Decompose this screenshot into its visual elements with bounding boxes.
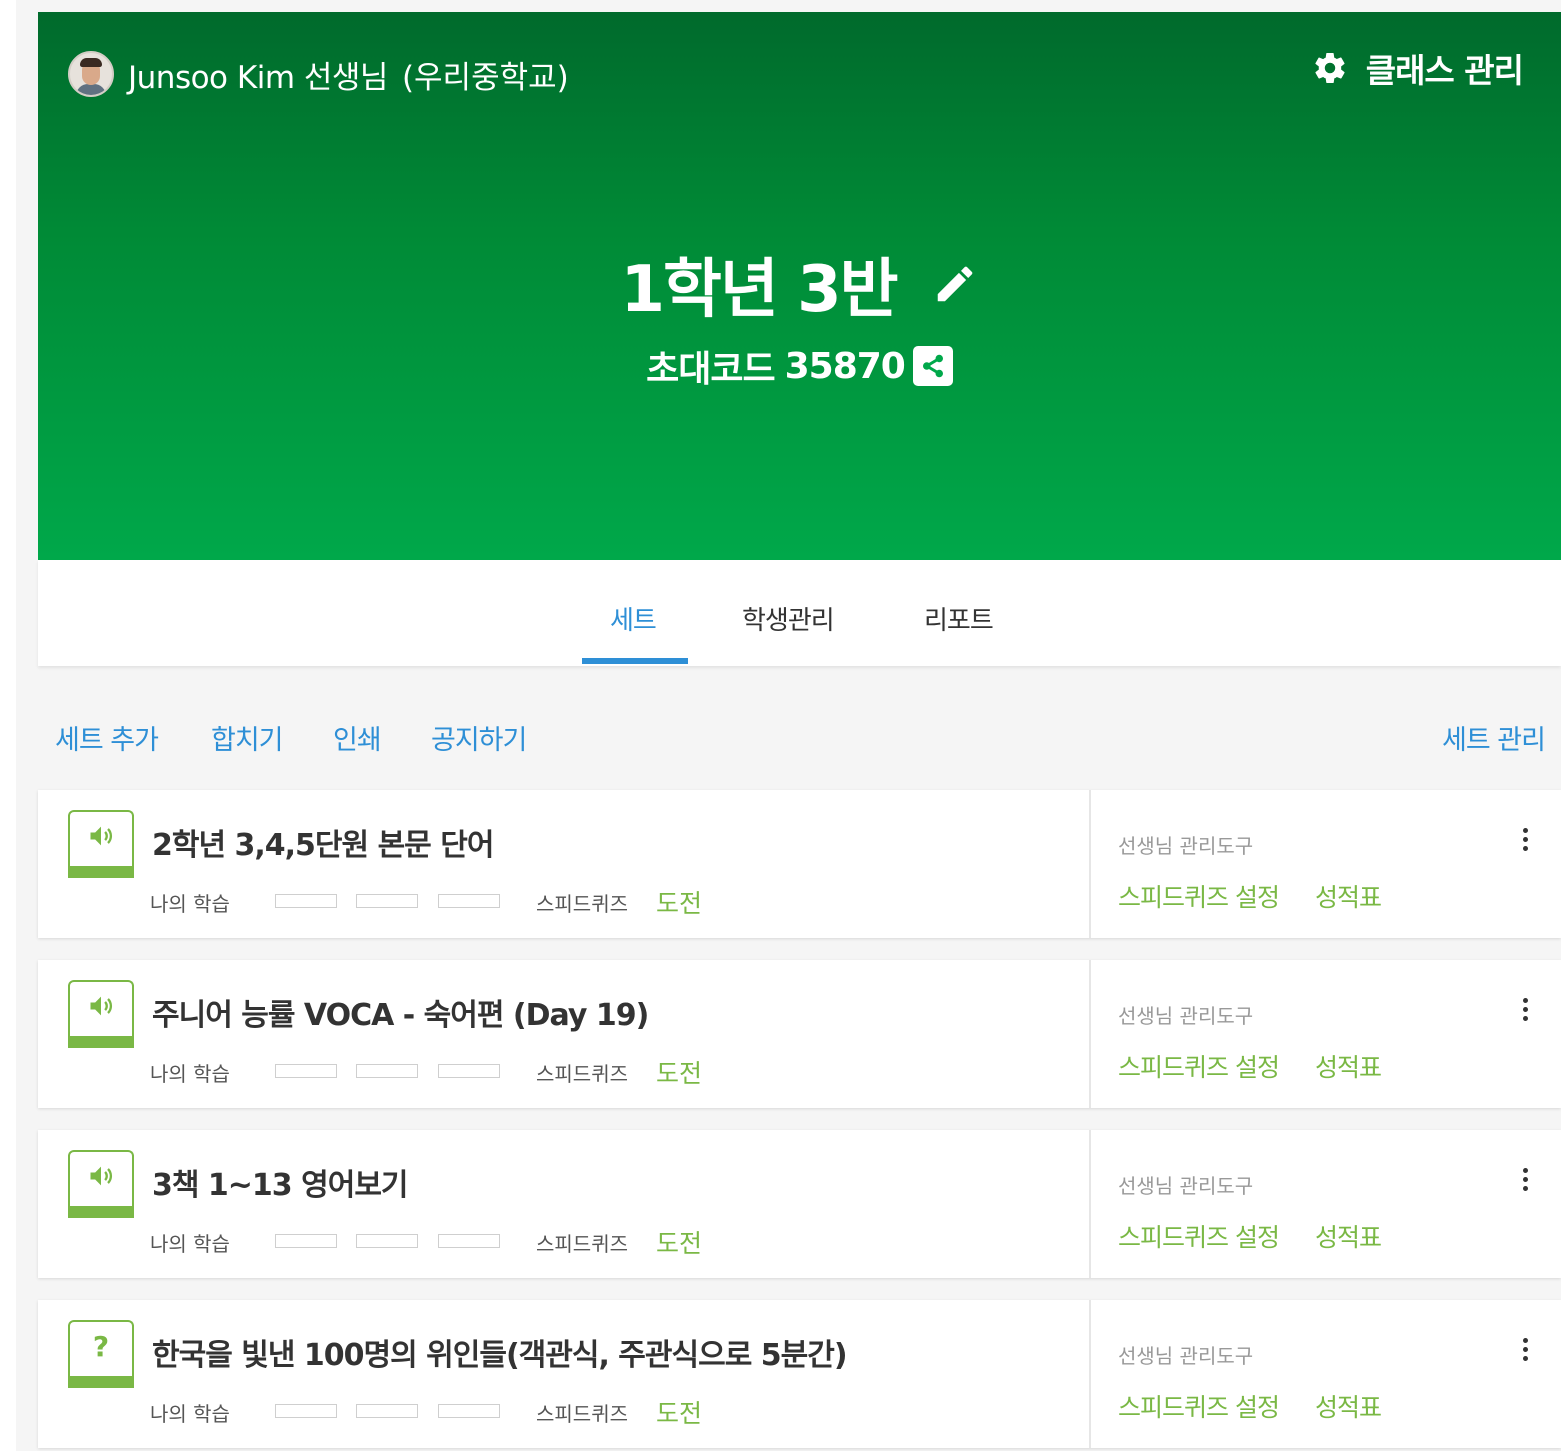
invite-label: 초대코드: [646, 349, 775, 390]
set-title[interactable]: 3책 1~13 영어보기: [152, 1160, 409, 1204]
progress-box: [275, 894, 337, 908]
progress-box: [275, 1234, 337, 1248]
teacher-name: Junsoo Kim 선생님: [128, 59, 388, 96]
my-learning-label: 나의 학습: [150, 1232, 230, 1256]
set-title[interactable]: 2학년 3,4,5단원 본문 단어: [152, 820, 494, 864]
invite-code: 35870: [784, 345, 906, 387]
challenge-link[interactable]: 도전: [656, 884, 702, 920]
tab-student-management[interactable]: 학생관리: [742, 600, 835, 637]
add-set-link[interactable]: 세트 추가: [55, 718, 159, 757]
set-title[interactable]: 주니어 능률 VOCA - 숙어편 (Day 19): [152, 990, 649, 1034]
teacher-tools-label: 선생님 관리도구: [1118, 1174, 1254, 1198]
gradebook-link[interactable]: 성적표: [1315, 1388, 1382, 1424]
tab-bar: 세트 학생관리 리포트: [38, 560, 1561, 666]
progress-box: [438, 1234, 500, 1248]
set-card[interactable]: 3책 1~13 영어보기 나의 학습 스피드퀴즈 도전 선생님 관리도구 스피드…: [38, 1130, 1561, 1278]
gradebook-link[interactable]: 성적표: [1315, 878, 1382, 914]
class-title-row: 1학년 3반: [38, 238, 1561, 330]
more-options-icon[interactable]: [1522, 1168, 1530, 1194]
set-card[interactable]: 2학년 3,4,5단원 본문 단어 나의 학습 스피드퀴즈 도전 선생님 관리도…: [38, 790, 1561, 938]
card-divider: [1089, 960, 1091, 1108]
set-manage-link[interactable]: 세트 관리: [1442, 718, 1546, 757]
challenge-link[interactable]: 도전: [656, 1224, 702, 1260]
tab-sets[interactable]: 세트: [610, 600, 657, 637]
gear-icon: [1315, 53, 1345, 84]
speed-quiz-settings-link[interactable]: 스피드퀴즈 설정: [1118, 1048, 1280, 1084]
set-card[interactable]: 주니어 능률 VOCA - 숙어편 (Day 19) 나의 학습 스피드퀴즈 도…: [38, 960, 1561, 1108]
card-divider: [1089, 1300, 1091, 1448]
progress-box: [275, 1404, 337, 1418]
progress-box: [356, 1064, 418, 1078]
print-link[interactable]: 인쇄: [333, 718, 382, 757]
teacher-tools-label: 선생님 관리도구: [1118, 1344, 1254, 1368]
teacher-info: Junsoo Kim 선생님 (우리중학교): [68, 50, 569, 98]
more-options-icon[interactable]: [1522, 828, 1530, 854]
speed-quiz-settings-link[interactable]: 스피드퀴즈 설정: [1118, 1218, 1280, 1254]
speed-quiz-label: 스피드퀴즈: [536, 1062, 628, 1086]
pencil-icon[interactable]: [932, 261, 978, 307]
set-card[interactable]: ? 한국을 빛낸 100명의 위인들(객관식, 주관식으로 5분간) 나의 학습…: [38, 1300, 1561, 1448]
my-learning-label: 나의 학습: [150, 1062, 230, 1086]
question-icon: ?: [68, 1320, 134, 1388]
share-icon[interactable]: [912, 346, 953, 386]
set-actions: 세트 추가 합치기 인쇄 공지하기 세트 관리: [0, 718, 1561, 762]
progress-box: [356, 894, 418, 908]
speed-quiz-settings-link[interactable]: 스피드퀴즈 설정: [1118, 1388, 1280, 1424]
progress-box: [438, 1404, 500, 1418]
avatar[interactable]: [68, 51, 114, 97]
merge-link[interactable]: 합치기: [211, 718, 284, 757]
set-title[interactable]: 한국을 빛낸 100명의 위인들(객관식, 주관식으로 5분간): [152, 1330, 848, 1374]
teacher-tools-label: 선생님 관리도구: [1118, 834, 1254, 858]
gradebook-link[interactable]: 성적표: [1315, 1048, 1382, 1084]
progress-box: [438, 1064, 500, 1078]
progress-box: [275, 1064, 337, 1078]
progress-box: [438, 894, 500, 908]
tab-report[interactable]: 리포트: [924, 600, 994, 637]
card-divider: [1089, 1130, 1091, 1278]
teacher-tools-label: 선생님 관리도구: [1118, 1004, 1254, 1028]
progress-box: [356, 1234, 418, 1248]
teacher-school: (우리중학교): [401, 59, 569, 96]
challenge-link[interactable]: 도전: [656, 1054, 702, 1090]
challenge-link[interactable]: 도전: [656, 1394, 702, 1430]
active-tab-indicator: [582, 658, 688, 664]
progress-box: [356, 1404, 418, 1418]
class-header: Junsoo Kim 선생님 (우리중학교) 클래스 관리 1학년 3반 초대코…: [38, 12, 1561, 560]
card-divider: [1089, 790, 1091, 938]
speaker-icon: [68, 1150, 134, 1218]
speaker-icon: [68, 810, 134, 878]
class-manage-button[interactable]: 클래스 관리: [1312, 44, 1524, 92]
my-learning-label: 나의 학습: [150, 892, 230, 916]
speed-quiz-label: 스피드퀴즈: [536, 1402, 628, 1426]
more-options-icon[interactable]: [1522, 1338, 1530, 1364]
more-options-icon[interactable]: [1522, 998, 1530, 1024]
speed-quiz-label: 스피드퀴즈: [536, 1232, 628, 1256]
class-title: 1학년 3반: [620, 253, 899, 327]
speaker-icon: [68, 980, 134, 1048]
announce-link[interactable]: 공지하기: [431, 718, 527, 757]
invite-code-row: 초대코드 35870: [38, 340, 1561, 392]
speed-quiz-settings-link[interactable]: 스피드퀴즈 설정: [1118, 878, 1280, 914]
class-manage-label: 클래스 관리: [1365, 51, 1524, 90]
speed-quiz-label: 스피드퀴즈: [536, 892, 628, 916]
gradebook-link[interactable]: 성적표: [1315, 1218, 1382, 1254]
my-learning-label: 나의 학습: [150, 1402, 230, 1426]
